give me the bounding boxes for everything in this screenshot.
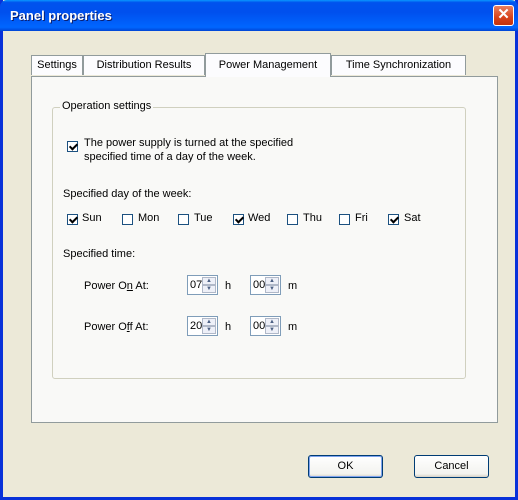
- day-of-week-label: Specified day of the week:: [63, 188, 192, 200]
- spin-buttons: ▲ ▼: [265, 277, 279, 293]
- power-off-hour-value: 20: [190, 320, 203, 332]
- day-checkbox-mon[interactable]: [122, 214, 133, 225]
- day-checkbox-wed[interactable]: [233, 214, 244, 225]
- tab-time-synchronization[interactable]: Time Synchronization: [331, 55, 466, 75]
- power-on-label: Power On At:: [84, 280, 149, 292]
- day-label-mon: Mon: [138, 212, 160, 224]
- operation-settings-group: Operation settings The power supply is t…: [52, 100, 466, 379]
- day-label-fri: Fri: [355, 212, 368, 224]
- spin-up-icon[interactable]: ▲: [202, 277, 216, 285]
- spin-up-icon[interactable]: ▲: [265, 277, 279, 285]
- tab-label: Power Management: [218, 59, 318, 71]
- power-on-hour-stepper[interactable]: 07 ▲ ▼: [187, 275, 218, 295]
- spin-up-icon[interactable]: ▲: [202, 318, 216, 326]
- tab-settings[interactable]: Settings: [31, 55, 83, 75]
- window-title: Panel properties: [10, 8, 112, 23]
- power-on-minute-value: 00: [253, 279, 266, 291]
- minute-unit-label: m: [288, 280, 298, 292]
- power-supply-label-line2: specified time of a day of the week.: [84, 151, 256, 163]
- day-label-wed: Wed: [248, 212, 271, 224]
- spin-buttons: ▲ ▼: [202, 277, 216, 293]
- tab-label: Time Synchronization: [345, 59, 452, 71]
- close-button[interactable]: ✕: [493, 5, 514, 26]
- tab-distribution-results[interactable]: Distribution Results: [83, 55, 205, 75]
- spin-down-icon[interactable]: ▼: [265, 285, 279, 293]
- spin-buttons: ▲ ▼: [265, 318, 279, 334]
- spin-down-icon[interactable]: ▼: [202, 326, 216, 334]
- power-on-minute-stepper[interactable]: 00 ▲ ▼: [250, 275, 281, 295]
- title-bar[interactable]: Panel properties ✕: [0, 0, 518, 31]
- day-label-thu: Thu: [303, 212, 322, 224]
- power-on-hour-value: 07: [190, 279, 203, 291]
- power-supply-label-line1: The power supply is turned at the specif…: [84, 137, 294, 149]
- hour-unit-label: h: [225, 321, 232, 333]
- spin-down-icon[interactable]: ▼: [202, 285, 216, 293]
- properties-window: Panel properties ✕ Settings Distribution…: [0, 0, 518, 500]
- power-off-minute-stepper[interactable]: 00 ▲ ▼: [250, 316, 281, 336]
- tab-panel: Operation settings The power supply is t…: [31, 76, 498, 423]
- group-label: Operation settings: [60, 100, 154, 112]
- hour-unit-label: h: [225, 280, 232, 292]
- day-checkbox-sun[interactable]: [67, 214, 78, 225]
- tab-power-management[interactable]: Power Management: [205, 53, 331, 77]
- power-supply-checkbox[interactable]: [67, 141, 78, 152]
- power-off-label: Power Off At:: [84, 321, 149, 333]
- minute-unit-label: m: [288, 321, 298, 333]
- day-checkbox-tue[interactable]: [178, 214, 189, 225]
- day-checkbox-thu[interactable]: [287, 214, 298, 225]
- cancel-button[interactable]: Cancel: [414, 455, 489, 478]
- tab-label: Distribution Results: [96, 59, 192, 71]
- specified-time-label: Specified time:: [63, 248, 136, 260]
- day-checkbox-sat[interactable]: [388, 214, 399, 225]
- day-label-tue: Tue: [194, 212, 213, 224]
- spin-up-icon[interactable]: ▲: [265, 318, 279, 326]
- power-off-minute-value: 00: [253, 320, 266, 332]
- day-label-sun: Sun: [82, 212, 102, 224]
- ok-button[interactable]: OK: [308, 455, 383, 478]
- day-checkbox-fri[interactable]: [339, 214, 350, 225]
- close-icon: ✕: [497, 6, 510, 23]
- spin-down-icon[interactable]: ▼: [265, 326, 279, 334]
- spin-buttons: ▲ ▼: [202, 318, 216, 334]
- power-off-hour-stepper[interactable]: 20 ▲ ▼: [187, 316, 218, 336]
- tab-label: Settings: [37, 59, 77, 71]
- day-label-sat: Sat: [404, 212, 421, 224]
